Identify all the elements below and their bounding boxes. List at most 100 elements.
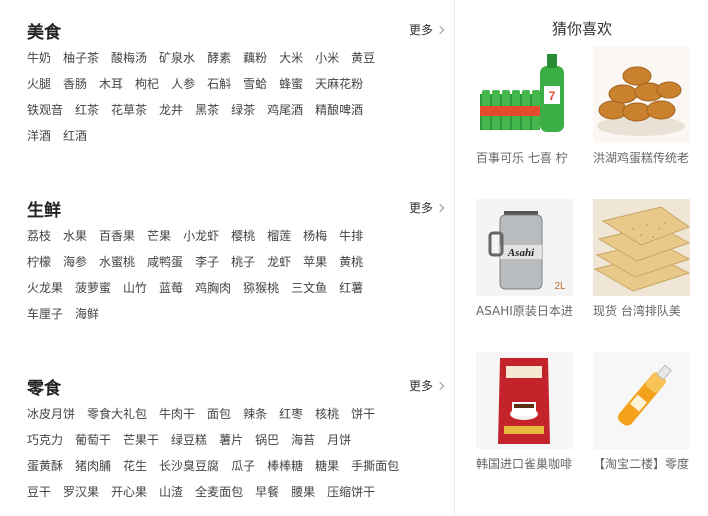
category-tag-link[interactable]: 小米 [315, 45, 339, 71]
category-tag-link[interactable]: 芒果 [147, 223, 171, 249]
category-tag-link[interactable]: 榴莲 [267, 223, 291, 249]
category-tag-link[interactable]: 小龙虾 [183, 223, 219, 249]
product-caption: 百事可乐 七喜 柠 [476, 151, 568, 165]
product-card[interactable]: Asahi 2L ASAHI原装日本进 [476, 199, 574, 319]
category-tag-link[interactable]: 月饼 [327, 427, 351, 453]
more-link[interactable]: 更多 [409, 377, 445, 394]
category-tag-link[interactable]: 海鲜 [75, 301, 99, 327]
category-tag-link[interactable]: 山竹 [123, 275, 147, 301]
category-tag-link[interactable]: 面包 [207, 401, 231, 427]
category-tag-link[interactable]: 猪肉脯 [75, 453, 111, 479]
category-tag-link[interactable]: 龙井 [159, 97, 183, 123]
category-tag-link[interactable]: 天麻花粉 [315, 71, 363, 97]
category-tag-link[interactable]: 长沙臭豆腐 [159, 453, 219, 479]
category-tag-link[interactable]: 苹果 [303, 249, 327, 275]
product-card[interactable]: 7 百事可乐 七喜 柠 [476, 46, 574, 166]
category-tag-link[interactable]: 猕猴桃 [243, 275, 279, 301]
category-tag-link[interactable]: 黄豆 [351, 45, 375, 71]
category-tag-link[interactable]: 精酿啤酒 [315, 97, 363, 123]
category-tag-link[interactable]: 全麦面包 [195, 479, 243, 505]
category-tag-link[interactable]: 黄桃 [339, 249, 363, 275]
product-caption: 韩国进口雀巢咖啡 [476, 457, 573, 471]
category-tag-link[interactable]: 核桃 [315, 401, 339, 427]
category-tag-link[interactable]: 巧克力 [27, 427, 63, 453]
more-link[interactable]: 更多 [409, 21, 445, 38]
category-tag-link[interactable]: 牛排 [339, 223, 363, 249]
category-tag-link[interactable]: 葡萄干 [75, 427, 111, 453]
category-tag-link[interactable]: 压缩饼干 [327, 479, 375, 505]
category-tag-link[interactable]: 百香果 [99, 223, 135, 249]
category-tag-link[interactable]: 柚子茶 [63, 45, 99, 71]
category-tag-link[interactable]: 开心果 [111, 479, 147, 505]
category-tag-link[interactable]: 矿泉水 [159, 45, 195, 71]
category-tag-link[interactable]: 水蜜桃 [99, 249, 135, 275]
category-tag-link[interactable]: 花生 [123, 453, 147, 479]
category-tag-link[interactable]: 早餐 [255, 479, 279, 505]
category-tag-link[interactable]: 豆干 [27, 479, 51, 505]
category-tag-link[interactable]: 红薯 [339, 275, 363, 301]
category-tag-link[interactable]: 大米 [279, 45, 303, 71]
category-tag-link[interactable]: 蓝莓 [159, 275, 183, 301]
category-tag-link[interactable]: 海苔 [291, 427, 315, 453]
more-link[interactable]: 更多 [409, 199, 445, 216]
category-tag-link[interactable]: 鸡尾酒 [267, 97, 303, 123]
category-tag-link[interactable]: 棒棒糖 [267, 453, 303, 479]
category-tag-link[interactable]: 冰皮月饼 [27, 401, 75, 427]
category-tag-link[interactable]: 锅巴 [255, 427, 279, 453]
category-tag-link[interactable]: 红酒 [63, 123, 87, 149]
category-tag-link[interactable]: 瓜子 [231, 453, 255, 479]
category-tag-link[interactable]: 蜂蜜 [279, 71, 303, 97]
category-tag-link[interactable]: 洋酒 [27, 123, 51, 149]
category-tag-link[interactable]: 罗汉果 [63, 479, 99, 505]
category-tag-link[interactable]: 雪蛤 [243, 71, 267, 97]
category-tag-link[interactable]: 龙虾 [267, 249, 291, 275]
category-tag-link[interactable]: 辣条 [243, 401, 267, 427]
category-tag-link[interactable]: 红枣 [279, 401, 303, 427]
category-tag-link[interactable]: 酵素 [207, 45, 231, 71]
category-tag-link[interactable]: 枸杞 [135, 71, 159, 97]
category-tag-link[interactable]: 车厘子 [27, 301, 63, 327]
category-tag-link[interactable]: 山渣 [159, 479, 183, 505]
category-tag-link[interactable]: 火腿 [27, 71, 51, 97]
category-tag-link[interactable]: 火龙果 [27, 275, 63, 301]
product-card[interactable]: 现货 台湾排队美 [593, 199, 691, 319]
product-card[interactable]: 韩国进口雀巢咖啡 [476, 352, 574, 472]
svg-text:7: 7 [549, 89, 556, 103]
product-card[interactable]: 洪湖鸡蛋糕传统老 [593, 46, 691, 166]
category-tag-link[interactable]: 三文鱼 [291, 275, 327, 301]
category-tag-link[interactable]: 绿茶 [231, 97, 255, 123]
category-tag-link[interactable]: 人参 [171, 71, 195, 97]
category-tag-link[interactable]: 石斛 [207, 71, 231, 97]
category-tag-link[interactable]: 薯片 [219, 427, 243, 453]
category-tag-link[interactable]: 牛肉干 [159, 401, 195, 427]
category-tag-link[interactable]: 饼干 [351, 401, 375, 427]
category-tag-link[interactable]: 牛奶 [27, 45, 51, 71]
category-tag-link[interactable]: 菠萝蜜 [75, 275, 111, 301]
category-tag-link[interactable]: 鸡胸肉 [195, 275, 231, 301]
category-tag-link[interactable]: 腰果 [291, 479, 315, 505]
category-tag-link[interactable]: 绿豆糕 [171, 427, 207, 453]
category-tag-link[interactable]: 杨梅 [303, 223, 327, 249]
category-tag-link[interactable]: 红茶 [75, 97, 99, 123]
category-tag-link[interactable]: 蛋黄酥 [27, 453, 63, 479]
category-tag-link[interactable]: 木耳 [99, 71, 123, 97]
category-tag-link[interactable]: 香肠 [63, 71, 87, 97]
category-tag-link[interactable]: 芒果干 [123, 427, 159, 453]
category-tag-link[interactable]: 花草茶 [111, 97, 147, 123]
product-card[interactable]: 【淘宝二楼】零度 [593, 352, 691, 472]
category-tag-link[interactable]: 酸梅汤 [111, 45, 147, 71]
category-tag-link[interactable]: 桃子 [231, 249, 255, 275]
category-tag-link[interactable]: 樱桃 [231, 223, 255, 249]
category-tag-link[interactable]: 手撕面包 [351, 453, 399, 479]
category-tag-link[interactable]: 咸鸭蛋 [147, 249, 183, 275]
category-tag-link[interactable]: 柠檬 [27, 249, 51, 275]
category-tag-link[interactable]: 零食大礼包 [87, 401, 147, 427]
category-tag-link[interactable]: 荔枝 [27, 223, 51, 249]
category-tag-link[interactable]: 海参 [63, 249, 87, 275]
category-tag-link[interactable]: 糖果 [315, 453, 339, 479]
category-tag-link[interactable]: 铁观音 [27, 97, 63, 123]
category-tag-link[interactable]: 水果 [63, 223, 87, 249]
category-tag-link[interactable]: 藕粉 [243, 45, 267, 71]
category-tag-link[interactable]: 黑茶 [195, 97, 219, 123]
category-tag-link[interactable]: 李子 [195, 249, 219, 275]
